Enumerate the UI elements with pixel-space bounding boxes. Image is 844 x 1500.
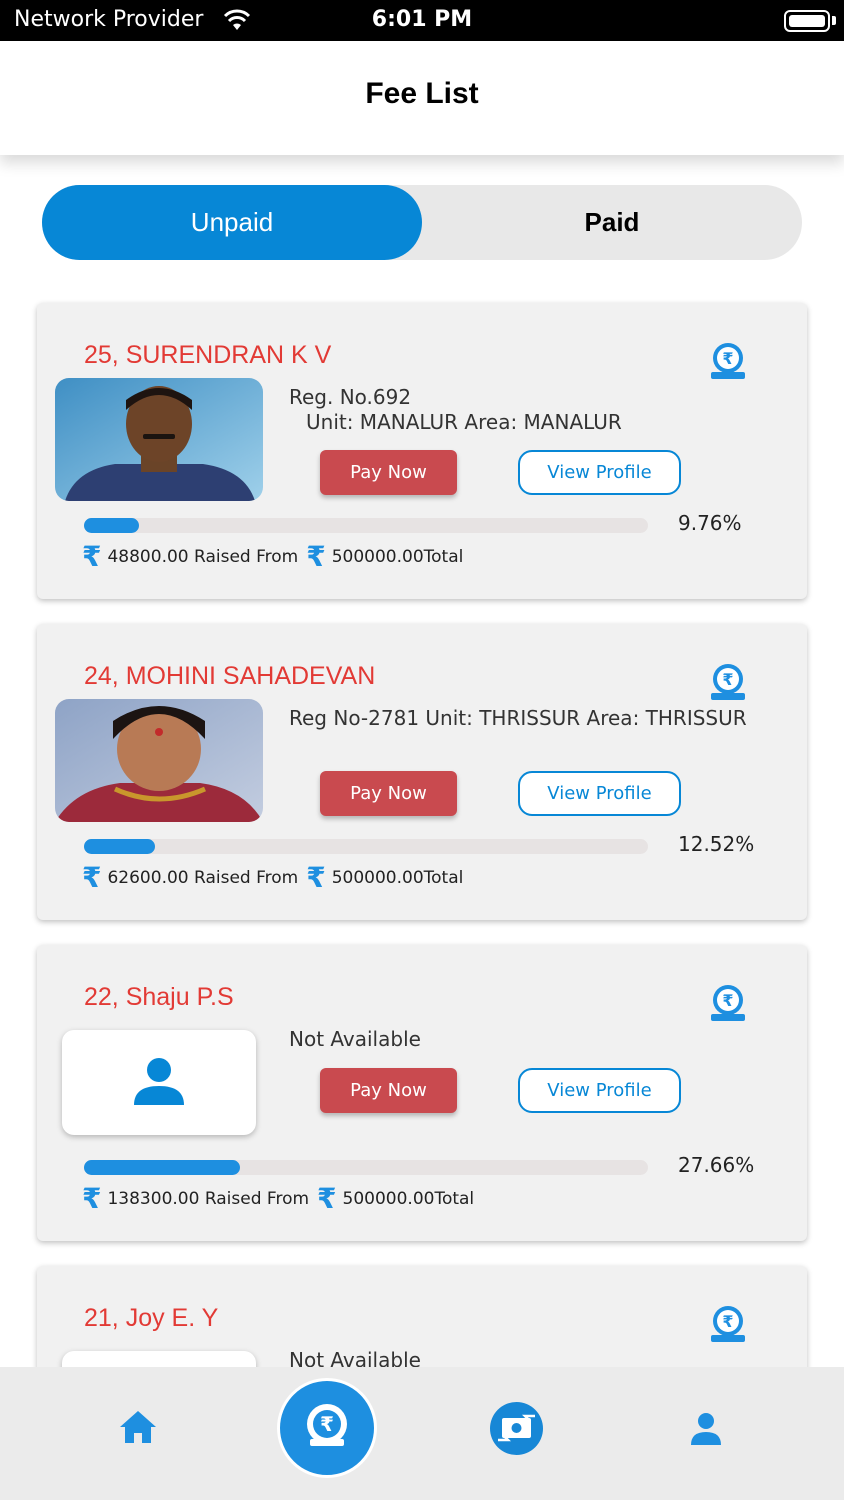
member-name: 22, Shaju P.S xyxy=(84,983,234,1011)
member-details: Not Available xyxy=(289,1027,759,1052)
view-profile-button[interactable]: View Profile xyxy=(518,1068,681,1113)
total-amount: 500000.00Total xyxy=(342,1189,475,1209)
progress-fill xyxy=(84,839,155,854)
raised-summary: ₹ 138300.00 Raised From ₹ 500000.00Total xyxy=(82,1185,474,1213)
payment-icon xyxy=(498,1414,535,1442)
unit-area: Unit: MANALUR Area: MANALUR xyxy=(306,410,622,434)
rupee-badge-icon[interactable]: ₹ xyxy=(708,983,748,1023)
member-name: 25, SURENDRAN K V xyxy=(84,341,332,369)
svg-text:₹: ₹ xyxy=(722,1312,733,1331)
svg-text:₹: ₹ xyxy=(722,349,733,368)
page-title: Fee List xyxy=(365,77,479,110)
progress-bar xyxy=(84,1160,648,1175)
details-unavailable: Not Available xyxy=(289,1027,421,1051)
rupee-badge-icon[interactable]: ₹ xyxy=(708,662,748,702)
rupee-icon: ₹ xyxy=(82,540,102,573)
member-photo-placeholder xyxy=(62,1030,256,1135)
fee-icon: ₹ xyxy=(307,1404,347,1446)
progress-bar xyxy=(84,839,648,854)
view-profile-button[interactable]: View Profile xyxy=(518,450,681,495)
fee-card: 25, SURENDRAN K V ₹ Reg. No.692 Unit: MA… xyxy=(37,303,807,599)
rupee-icon: ₹ xyxy=(317,1182,337,1215)
member-photo-placeholder xyxy=(62,1351,256,1367)
member-details: Reg. No.692 Unit: MANALUR Area: MANALUR xyxy=(289,385,759,435)
member-photo xyxy=(55,378,263,501)
progress-bar xyxy=(84,518,648,533)
member-name: 24, MOHINI SAHADEVAN xyxy=(84,662,376,690)
progress-percent: 9.76% xyxy=(678,511,742,535)
total-amount: 500000.00Total xyxy=(331,547,464,567)
fee-status-tabs: Unpaid Paid xyxy=(42,185,802,260)
progress-percent: 27.66% xyxy=(678,1153,755,1177)
registration-details: Reg No-2781 Unit: THRISSUR Area: THRISSU… xyxy=(289,706,747,730)
view-profile-button[interactable]: View Profile xyxy=(518,771,681,816)
home-icon[interactable] xyxy=(118,1409,158,1445)
progress-percent: 12.52% xyxy=(678,832,755,856)
battery-nub xyxy=(832,16,836,25)
rupee-icon: ₹ xyxy=(82,861,102,894)
fee-list[interactable]: 25, SURENDRAN K V ₹ Reg. No.692 Unit: MA… xyxy=(0,290,844,1367)
rupee-icon: ₹ xyxy=(82,1182,102,1215)
app-header: Fee List xyxy=(0,41,844,155)
member-name: 21, Joy E. Y xyxy=(84,1304,219,1332)
total-amount: 500000.00Total xyxy=(331,868,464,888)
fee-card: 24, MOHINI SAHADEVAN ₹ Reg No-2781 Unit:… xyxy=(37,624,807,920)
battery-icon xyxy=(784,10,830,32)
rupee-icon: ₹ xyxy=(306,861,326,894)
fee-card: 21, Joy E. Y ₹ Not Available xyxy=(37,1266,807,1367)
bottom-navigation: ₹ xyxy=(0,1367,844,1500)
raised-amount: 62600.00 Raised From xyxy=(107,868,299,888)
progress-fill xyxy=(84,1160,240,1175)
fee-card: 22, Shaju P.S ₹ Not Available Pay Now Vi… xyxy=(37,945,807,1241)
pay-now-button[interactable]: Pay Now xyxy=(320,771,457,816)
profile-icon[interactable] xyxy=(688,1411,724,1447)
person-placeholder-icon xyxy=(134,1058,184,1105)
raised-amount: 138300.00 Raised From xyxy=(107,1189,310,1209)
raised-amount: 48800.00 Raised From xyxy=(107,547,299,567)
member-photo xyxy=(55,699,263,822)
payment-nav-button[interactable] xyxy=(490,1402,543,1455)
pay-now-button[interactable]: Pay Now xyxy=(320,450,457,495)
rupee-badge-icon[interactable]: ₹ xyxy=(708,1304,748,1344)
rupee-badge-icon[interactable]: ₹ xyxy=(708,341,748,381)
member-details: Reg No-2781 Unit: THRISSUR Area: THRISSU… xyxy=(289,706,759,731)
svg-text:₹: ₹ xyxy=(722,991,733,1010)
fee-nav-button[interactable]: ₹ xyxy=(277,1378,377,1478)
svg-text:₹: ₹ xyxy=(722,670,733,689)
tab-paid[interactable]: Paid xyxy=(422,185,802,260)
details-unavailable: Not Available xyxy=(289,1348,421,1367)
progress-fill xyxy=(84,518,140,533)
raised-summary: ₹ 62600.00 Raised From ₹ 500000.00Total xyxy=(82,864,463,892)
svg-text:₹: ₹ xyxy=(320,1412,334,1436)
tab-unpaid[interactable]: Unpaid xyxy=(42,185,422,260)
status-bar: Network Provider 6:01 PM xyxy=(0,0,844,41)
registration-number: Reg. No.692 xyxy=(289,385,412,409)
member-details: Not Available xyxy=(289,1348,759,1367)
raised-summary: ₹ 48800.00 Raised From ₹ 500000.00Total xyxy=(82,543,463,571)
clock: 6:01 PM xyxy=(371,7,473,32)
pay-now-button[interactable]: Pay Now xyxy=(320,1068,457,1113)
rupee-icon: ₹ xyxy=(306,540,326,573)
